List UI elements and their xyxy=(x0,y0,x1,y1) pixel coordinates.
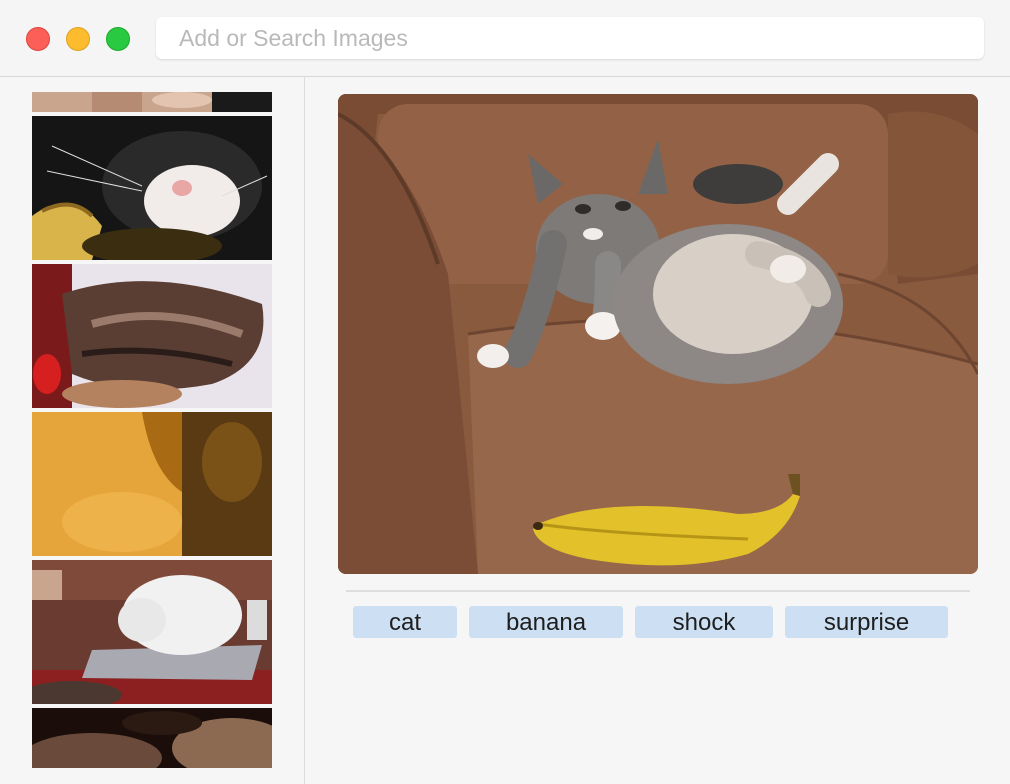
zoom-window-button[interactable] xyxy=(106,27,130,51)
thumbnail-orange-blur[interactable] xyxy=(32,412,272,556)
title-bar xyxy=(0,0,1010,77)
search-input[interactable] xyxy=(156,17,984,59)
kittens-with-banana-image xyxy=(338,94,978,574)
tag-list: cat banana shock surprise xyxy=(353,606,948,638)
minimize-window-button[interactable] xyxy=(66,27,90,51)
tag-cat[interactable]: cat xyxy=(353,606,457,638)
tag-divider xyxy=(346,590,970,592)
thumbnail-white-dog-on-foil[interactable] xyxy=(32,560,272,704)
tag-banana[interactable]: banana xyxy=(469,606,623,638)
thumbnail-hand-petting[interactable] xyxy=(32,92,272,112)
thumbnail-wet-animal[interactable] xyxy=(32,264,272,408)
tag-surprise[interactable]: surprise xyxy=(785,606,948,638)
thumbnail-dark-animal[interactable] xyxy=(32,708,272,768)
main-image-preview[interactable] xyxy=(338,94,978,574)
tag-shock[interactable]: shock xyxy=(635,606,773,638)
app-window: cat banana shock surprise xyxy=(0,0,1010,784)
thumbnail-sidebar[interactable] xyxy=(0,77,305,784)
thumbnail-black-white-cat-sleeping[interactable] xyxy=(32,116,272,260)
close-window-button[interactable] xyxy=(26,27,50,51)
